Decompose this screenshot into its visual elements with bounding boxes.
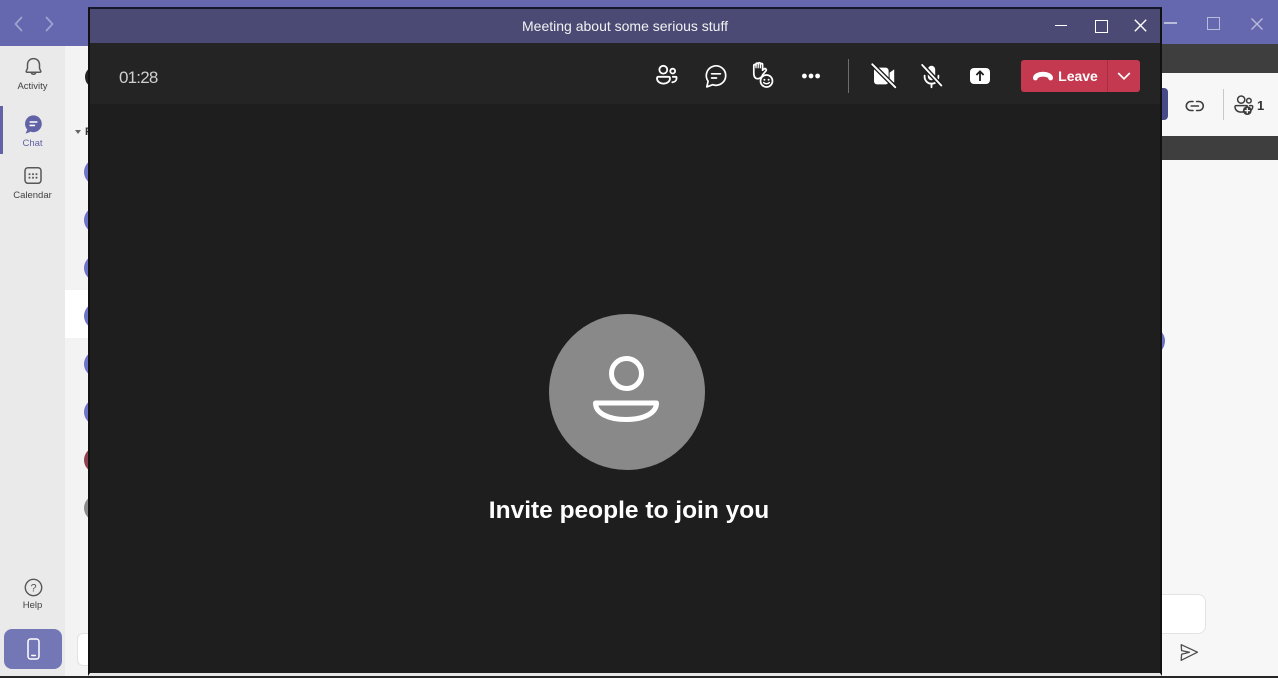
svg-text:?: ? <box>30 582 36 594</box>
